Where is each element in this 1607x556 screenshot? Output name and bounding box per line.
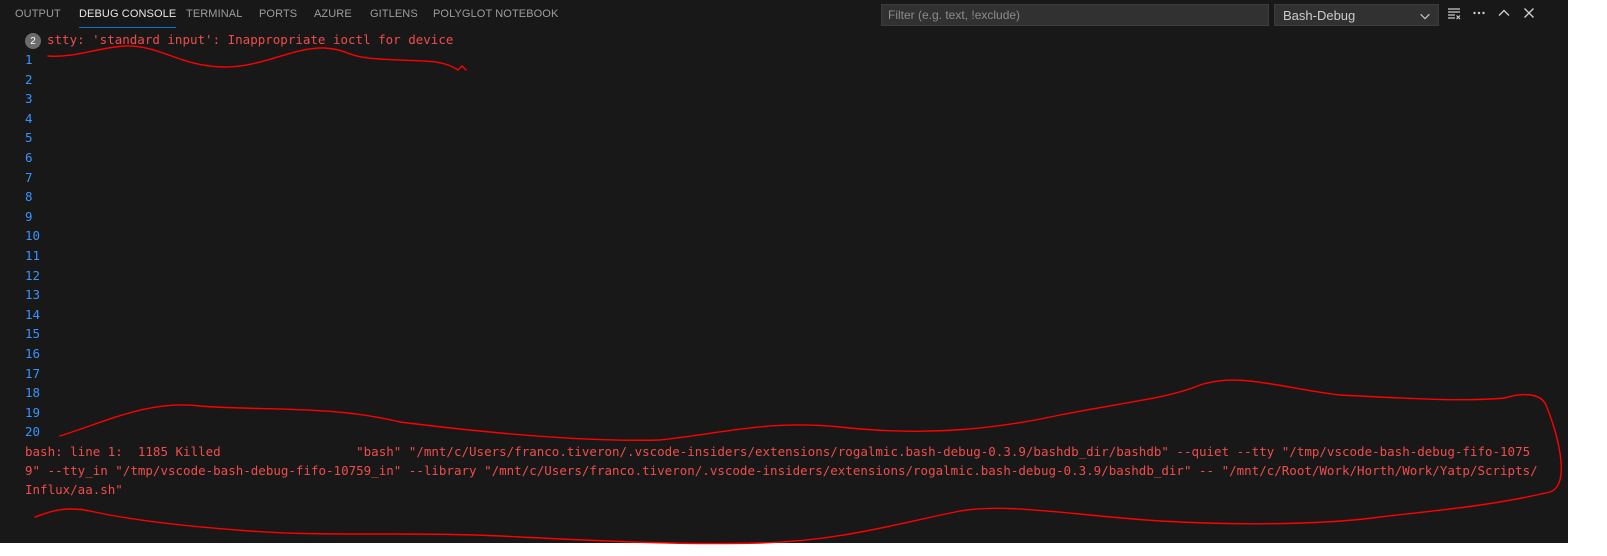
console-number-line: 19 [25,404,41,420]
console-number-line: 6 [25,150,33,165]
tab-ports[interactable]: PORTS [259,8,297,28]
tab-debug-console[interactable]: DEBUG CONSOLE [79,8,177,28]
console-number-line: 11 [25,248,41,263]
console-filter-input[interactable] [881,4,1269,26]
console-number-line: 17 [25,365,41,381]
console-number-line: 18 [25,385,41,401]
console-number-line: 20 [25,424,41,440]
tab-polyglot-notebook[interactable]: POLYGLOT NOTEBOOK [433,8,558,28]
debug-session-select-value: Bash-Debug [1283,8,1356,23]
console-killed-line: Influx/aa.sh" [25,482,123,497]
close-panel-button[interactable] [1519,5,1539,25]
clear-console-button[interactable] [1444,5,1464,25]
tab-azure[interactable]: AZURE [314,8,352,28]
console-number-line: 10 [25,228,41,244]
tab-terminal[interactable]: TERMINAL [186,8,242,28]
repeat-count-badge: 2 [25,33,41,49]
console-number-line: 15 [25,326,41,342]
console-number-line: 1 [25,52,33,67]
console-number-line: 16 [25,346,41,361]
console-output[interactable]: 2 stty: 'standard input': Inappropriate … [0,30,1568,543]
console-number-line: 8 [25,189,33,205]
tab-gitlens[interactable]: GITLENS [370,8,418,28]
console-number-line: 9 [25,208,33,224]
console-number-line: 7 [25,169,33,185]
console-error-line: stty: 'standard input': Inappropriate io… [47,32,454,47]
clear-console-icon [1446,5,1462,26]
close-panel-icon [1521,5,1537,26]
debug-console-panel: OUTPUT DEBUG CONSOLE TERMINAL PORTS AZUR… [0,0,1568,543]
more-actions-button[interactable] [1469,5,1489,25]
console-number-line: 2 [25,71,33,87]
console-killed-line: 9" --tty_in "/tmp/vscode-bash-debug-fifo… [25,463,1538,478]
console-number-line: 4 [25,110,33,126]
maximize-panel-icon [1496,5,1512,26]
console-number-line: 5 [25,130,33,146]
debug-session-select[interactable]: Bash-Debug [1274,4,1439,26]
console-number-line: 14 [25,306,41,322]
maximize-panel-button[interactable] [1494,5,1514,25]
console-number-line: 12 [25,267,41,283]
tab-output[interactable]: OUTPUT [15,8,61,28]
panel-tab-bar: OUTPUT DEBUG CONSOLE TERMINAL PORTS AZUR… [0,0,1568,30]
console-number-line: 13 [25,287,41,303]
more-actions-icon [1471,5,1487,26]
chevron-down-icon [1418,9,1432,28]
console-number-line: 3 [25,91,33,107]
console-killed-line: bash: line 1: 1185 Killed "bash" "/mnt/c… [25,444,1531,459]
